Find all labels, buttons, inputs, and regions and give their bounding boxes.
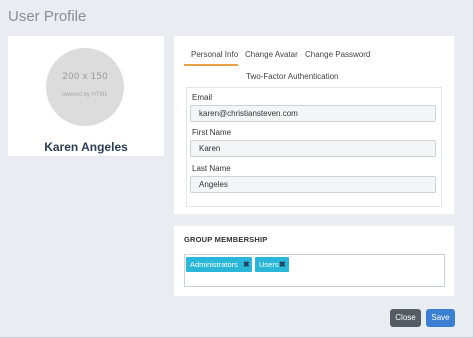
first-name-label: First Name [192,128,232,137]
email-field[interactable]: karen@christiansteven.com [190,105,436,122]
dialog-title: User Profile [8,8,87,25]
active-tab-indicator [184,64,238,66]
close-button[interactable]: Close [390,309,421,327]
last-name-field[interactable]: Angeles [190,176,436,193]
email-label: Email [192,93,213,102]
last-name-label: Last Name [192,164,231,173]
avatar-placeholder-text: 200 x 150 [62,72,108,82]
tab-two-factor-authentication[interactable]: Two-Factor Authentication [246,72,339,81]
first-name-field[interactable]: Karen [190,140,436,157]
group-tag-users: Users ✖ [255,257,289,272]
profile-card: 200 x 150 owered by HTML Karen Angeles [8,36,164,156]
group-membership-title: GROUP MEMBERSHIP [184,235,268,244]
avatar-caption: owered by HTML [62,92,108,98]
save-button[interactable]: Save [426,309,455,327]
group-tag-label: Users [259,260,279,269]
group-tag-administrators: Administrators ✖ [186,257,252,272]
profile-name: Karen Angeles [44,140,128,154]
avatar: 200 x 150 owered by HTML [46,48,124,126]
close-icon[interactable]: ✖ [243,257,250,272]
tab-change-password[interactable]: Change Password [305,50,370,59]
tab-personal-info[interactable]: Personal Info [191,50,238,59]
group-tag-label: Administrators [190,260,238,269]
tab-change-avatar[interactable]: Change Avatar [245,50,298,59]
close-icon[interactable]: ✖ [279,257,286,272]
